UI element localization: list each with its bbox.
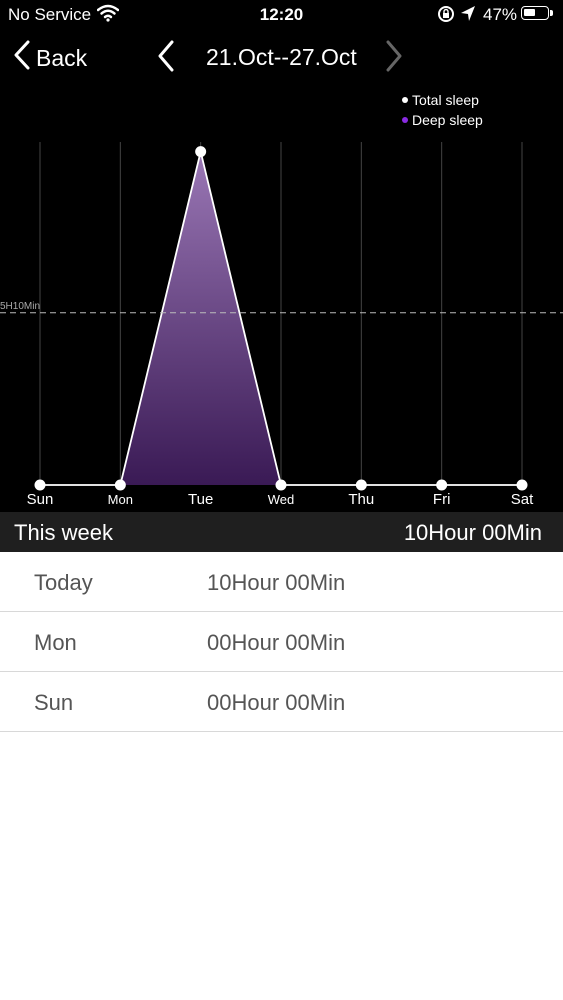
list-item[interactable]: Today 10Hour 00Min [0, 552, 563, 612]
legend-dot-deep [402, 117, 408, 123]
x-tick-label: Mon [108, 492, 133, 507]
legend-dot-total [402, 97, 408, 103]
x-tick-label: Thu [348, 491, 374, 508]
legend-label-deep: Deep sleep [412, 112, 483, 128]
date-range-title: 21.Oct--27.Oct [206, 44, 357, 70]
duration-value: 00Hour 00Min [207, 630, 346, 655]
back-button[interactable]: Back [14, 40, 87, 76]
data-point [516, 479, 528, 491]
day-label: Mon [34, 630, 77, 655]
duration-value: 00Hour 00Min [207, 690, 346, 715]
day-label: Sun [34, 690, 74, 715]
battery-percent: 47% [483, 5, 518, 24]
previous-week-button[interactable] [158, 40, 174, 77]
legend-item-total: Total sleep [402, 90, 483, 110]
day-label: Today [34, 570, 93, 595]
chevron-right-icon [386, 40, 402, 76]
week-summary-bar: This week 10Hour 00Min [0, 512, 563, 552]
next-week-button[interactable] [386, 40, 402, 77]
nav-bar: Back 21.Oct--27.Oct [0, 36, 563, 80]
legend-label-total: Total sleep [412, 92, 479, 108]
week-label: This week [14, 520, 114, 545]
week-total: 10Hour 00Min [403, 520, 542, 545]
chevron-left-icon [14, 40, 30, 76]
legend-item-deep: Deep sleep [402, 110, 483, 130]
battery-icon [521, 6, 553, 20]
data-point [195, 146, 207, 158]
x-tick-label: Sat [511, 491, 534, 508]
list-item[interactable]: Sun 00Hour 00Min [0, 672, 563, 732]
data-point [436, 479, 448, 491]
data-point [275, 479, 287, 491]
back-label: Back [36, 44, 88, 71]
daily-list: Today 10Hour 00Min Mon 00Hour 00Min Sun … [0, 552, 563, 732]
data-point [114, 479, 126, 491]
chevron-left-icon [158, 40, 174, 76]
data-point [355, 479, 367, 491]
list-item[interactable]: Mon 00Hour 00Min [0, 612, 563, 672]
status-bar: No Service 12:20 47% [0, 0, 563, 30]
x-tick-label: Fri [433, 491, 451, 508]
x-tick-label: Wed [268, 492, 295, 507]
chart-legend: Total sleep Deep sleep [402, 90, 483, 130]
rotation-lock-icon [437, 5, 455, 28]
x-tick-label: Sun [27, 491, 54, 508]
reference-label: 5H10Min [0, 301, 40, 312]
clock: 12:20 [259, 5, 304, 24]
location-icon [460, 5, 476, 28]
data-point [34, 479, 46, 491]
x-tick-label: Tue [188, 491, 213, 508]
duration-value: 10Hour 00Min [207, 570, 346, 595]
sleep-chart: 5H10Min Sun Mon Tue Wed Thu Fri Sat [0, 142, 563, 508]
